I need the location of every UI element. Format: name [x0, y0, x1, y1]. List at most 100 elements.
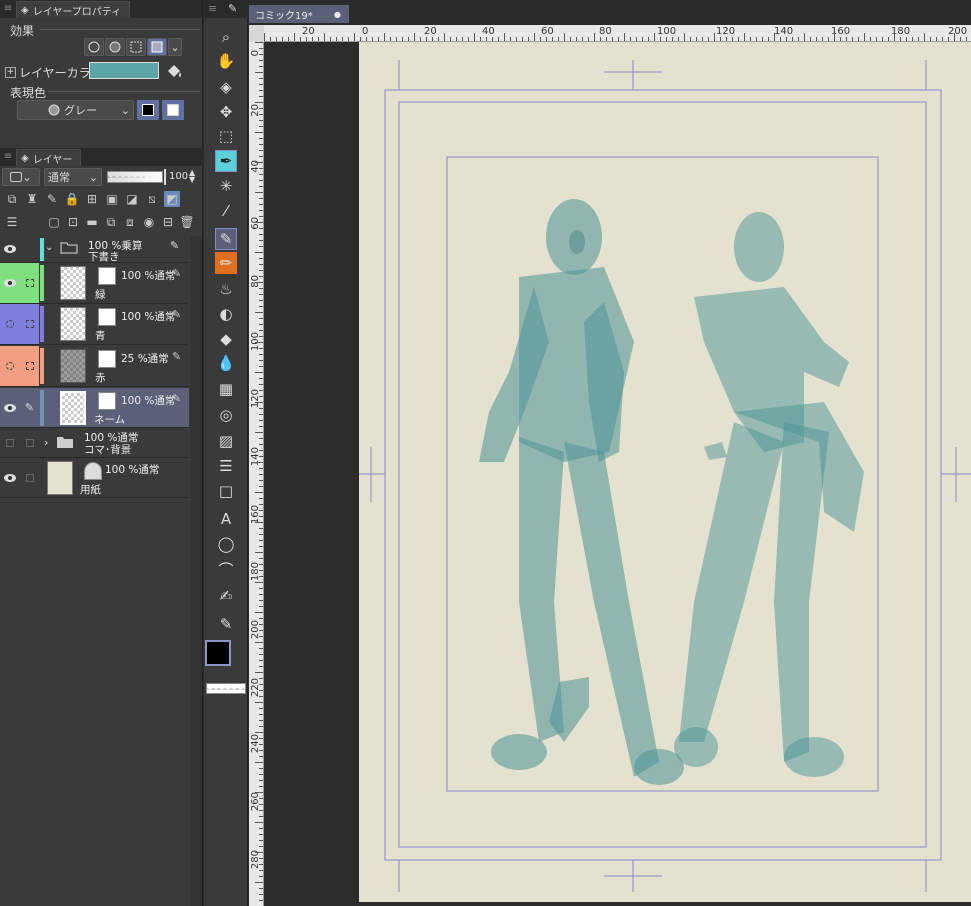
- fill-icon[interactable]: 💧: [215, 352, 237, 374]
- effect-buttons: ⌄: [84, 38, 182, 56]
- eye-icon[interactable]: [0, 458, 20, 497]
- gradient-fill-icon[interactable]: ▨: [215, 430, 237, 452]
- draft-layer-icon[interactable]: ✎: [44, 191, 60, 207]
- expression-color-select[interactable]: グレー ⌄: [17, 100, 134, 120]
- canvas[interactable]: [264, 42, 971, 906]
- line-icon[interactable]: ⌒: [215, 558, 237, 580]
- clip-icon[interactable]: ⧉: [4, 191, 20, 207]
- layer-row-folder-frame[interactable]: › 100 %通常 コマ･背景: [0, 428, 189, 458]
- layer-row-green[interactable]: 100 %通常緑 ✎: [0, 263, 189, 304]
- create-mask-icon[interactable]: ◉: [141, 214, 157, 230]
- correction-icon[interactable]: ✎: [215, 613, 237, 635]
- layer-color-icon[interactable]: ◩: [164, 191, 180, 207]
- layer-row-name[interactable]: ✎ 100 %通常 ネーム ✎: [0, 388, 189, 428]
- ruler-display-icon[interactable]: ⧅: [144, 191, 160, 207]
- zoom-icon[interactable]: ⌕: [215, 26, 237, 48]
- edit-lock-cell[interactable]: [20, 263, 39, 303]
- halftone-effect-button[interactable]: [126, 38, 146, 56]
- layer-opacity-mode: 100 %通常: [105, 464, 160, 476]
- marquee-icon[interactable]: ⬚: [215, 125, 237, 147]
- close-dot-icon[interactable]: ●: [334, 10, 341, 19]
- fill-bucket-icon[interactable]: [165, 62, 183, 80]
- tab-layer[interactable]: ◈ レイヤー: [16, 149, 82, 166]
- combine-down-icon[interactable]: ⧈: [122, 214, 138, 230]
- layer-row-red[interactable]: 25 %通常赤 ✎: [0, 346, 189, 387]
- opacity-stepper[interactable]: ▲ ▼: [189, 169, 195, 184]
- visibility-toggle[interactable]: [0, 304, 20, 344]
- layer-scrollbar[interactable]: [190, 236, 202, 906]
- opacity-slider[interactable]: [107, 171, 163, 183]
- pen-icon[interactable]: ✎: [215, 228, 237, 250]
- ruler-pen-icon[interactable]: ✍: [215, 585, 237, 607]
- ruler-icon[interactable]: ◪: [124, 191, 140, 207]
- eye-icon[interactable]: [0, 388, 20, 427]
- pen-edit-icon[interactable]: ✎: [20, 388, 39, 427]
- white-color-button[interactable]: [162, 100, 184, 120]
- edit-lock-cell[interactable]: [20, 428, 39, 457]
- mask-icon[interactable]: ▣: [104, 191, 120, 207]
- panel-menu-icon[interactable]: ≡: [208, 2, 217, 15]
- auto-select-icon[interactable]: ✒: [215, 150, 237, 172]
- layer-row-folder-draft[interactable]: ⌄ 100 %乗算 下書き ✎: [0, 236, 189, 263]
- balloon-icon[interactable]: ◯: [215, 533, 237, 555]
- hand-icon[interactable]: ✋: [215, 50, 237, 72]
- lock-icon[interactable]: 🔒: [64, 191, 80, 207]
- edit-lock-cell[interactable]: [20, 236, 39, 262]
- tab-document[interactable]: コミック19* ●: [249, 5, 349, 23]
- lock-transparency-icon[interactable]: ⊞: [84, 191, 100, 207]
- airbrush-icon[interactable]: ♨: [215, 278, 237, 300]
- transparent-color-swatch[interactable]: [206, 683, 246, 694]
- layer-row-paper[interactable]: 100 %通常 用紙: [0, 458, 189, 498]
- panel-toggle-icon[interactable]: ☰: [4, 214, 20, 230]
- visibility-toggle[interactable]: [0, 346, 20, 386]
- transfer-down-icon[interactable]: ⧉: [103, 214, 119, 230]
- layer-color-effect-button[interactable]: [147, 38, 167, 56]
- opacity-slider-handle[interactable]: [164, 169, 166, 185]
- chevron-right-icon[interactable]: ›: [44, 436, 48, 449]
- effect-label: 効果: [10, 24, 35, 38]
- tone-effect-button[interactable]: [105, 38, 125, 56]
- eye-icon[interactable]: [0, 236, 20, 262]
- layer-opacity-mode: 100 %通常: [121, 270, 176, 282]
- layer-thumbnail: [60, 266, 86, 300]
- expand-icon[interactable]: +: [5, 67, 16, 78]
- layer-row-blue[interactable]: 100 %通常青 ✎: [0, 304, 189, 345]
- layer-thumbnail: [60, 349, 86, 383]
- chevron-down-icon[interactable]: ⌄: [168, 38, 182, 56]
- chevron-down-icon[interactable]: ⌄: [45, 242, 53, 253]
- tab-layer-property[interactable]: ◈ レイヤープロパティ: [16, 1, 131, 18]
- apply-mask-icon[interactable]: ⊟: [160, 214, 176, 230]
- rectangle-icon[interactable]: □: [215, 480, 237, 502]
- frame-icon[interactable]: ☰: [215, 455, 237, 477]
- magic-wand-icon[interactable]: ✳: [215, 175, 237, 197]
- face-marks: [569, 230, 585, 254]
- rotate-icon[interactable]: ◈: [215, 76, 237, 98]
- border-effect-button[interactable]: [84, 38, 104, 56]
- blend-icon[interactable]: ◐: [215, 303, 237, 325]
- black-color-button[interactable]: [137, 100, 159, 120]
- visibility-toggle[interactable]: [0, 263, 20, 303]
- main-color-swatch[interactable]: [205, 640, 231, 666]
- gradient-icon[interactable]: ▦: [215, 378, 237, 400]
- blend-mode-select[interactable]: 通常 ⌄: [44, 168, 102, 186]
- reference-layer-icon[interactable]: ♜: [24, 191, 40, 207]
- text-icon[interactable]: A: [215, 508, 237, 530]
- edit-lock-cell[interactable]: [20, 458, 39, 497]
- opacity-value[interactable]: 100: [169, 171, 188, 182]
- pencil-icon[interactable]: ✏: [215, 252, 237, 274]
- eyedropper-icon[interactable]: ⁄: [215, 200, 237, 222]
- edit-lock-cell[interactable]: [20, 346, 39, 386]
- panel-menu-icon[interactable]: ≡: [0, 148, 16, 166]
- new-raster-layer-icon[interactable]: ▢: [46, 214, 62, 230]
- lasso-icon[interactable]: ◎: [215, 404, 237, 426]
- eraser-icon[interactable]: ◆: [215, 328, 237, 350]
- visibility-toggle[interactable]: [0, 428, 20, 457]
- move-icon[interactable]: ✥: [215, 101, 237, 123]
- new-vector-layer-icon[interactable]: ⊡: [65, 214, 81, 230]
- trash-icon[interactable]: 🗑: [179, 214, 195, 230]
- new-folder-icon[interactable]: ▬: [84, 214, 100, 230]
- layer-filter-button[interactable]: ⌄: [2, 168, 40, 186]
- panel-menu-icon[interactable]: ≡: [0, 0, 16, 18]
- edit-lock-cell[interactable]: [20, 304, 39, 344]
- layer-color-swatch[interactable]: [89, 62, 159, 79]
